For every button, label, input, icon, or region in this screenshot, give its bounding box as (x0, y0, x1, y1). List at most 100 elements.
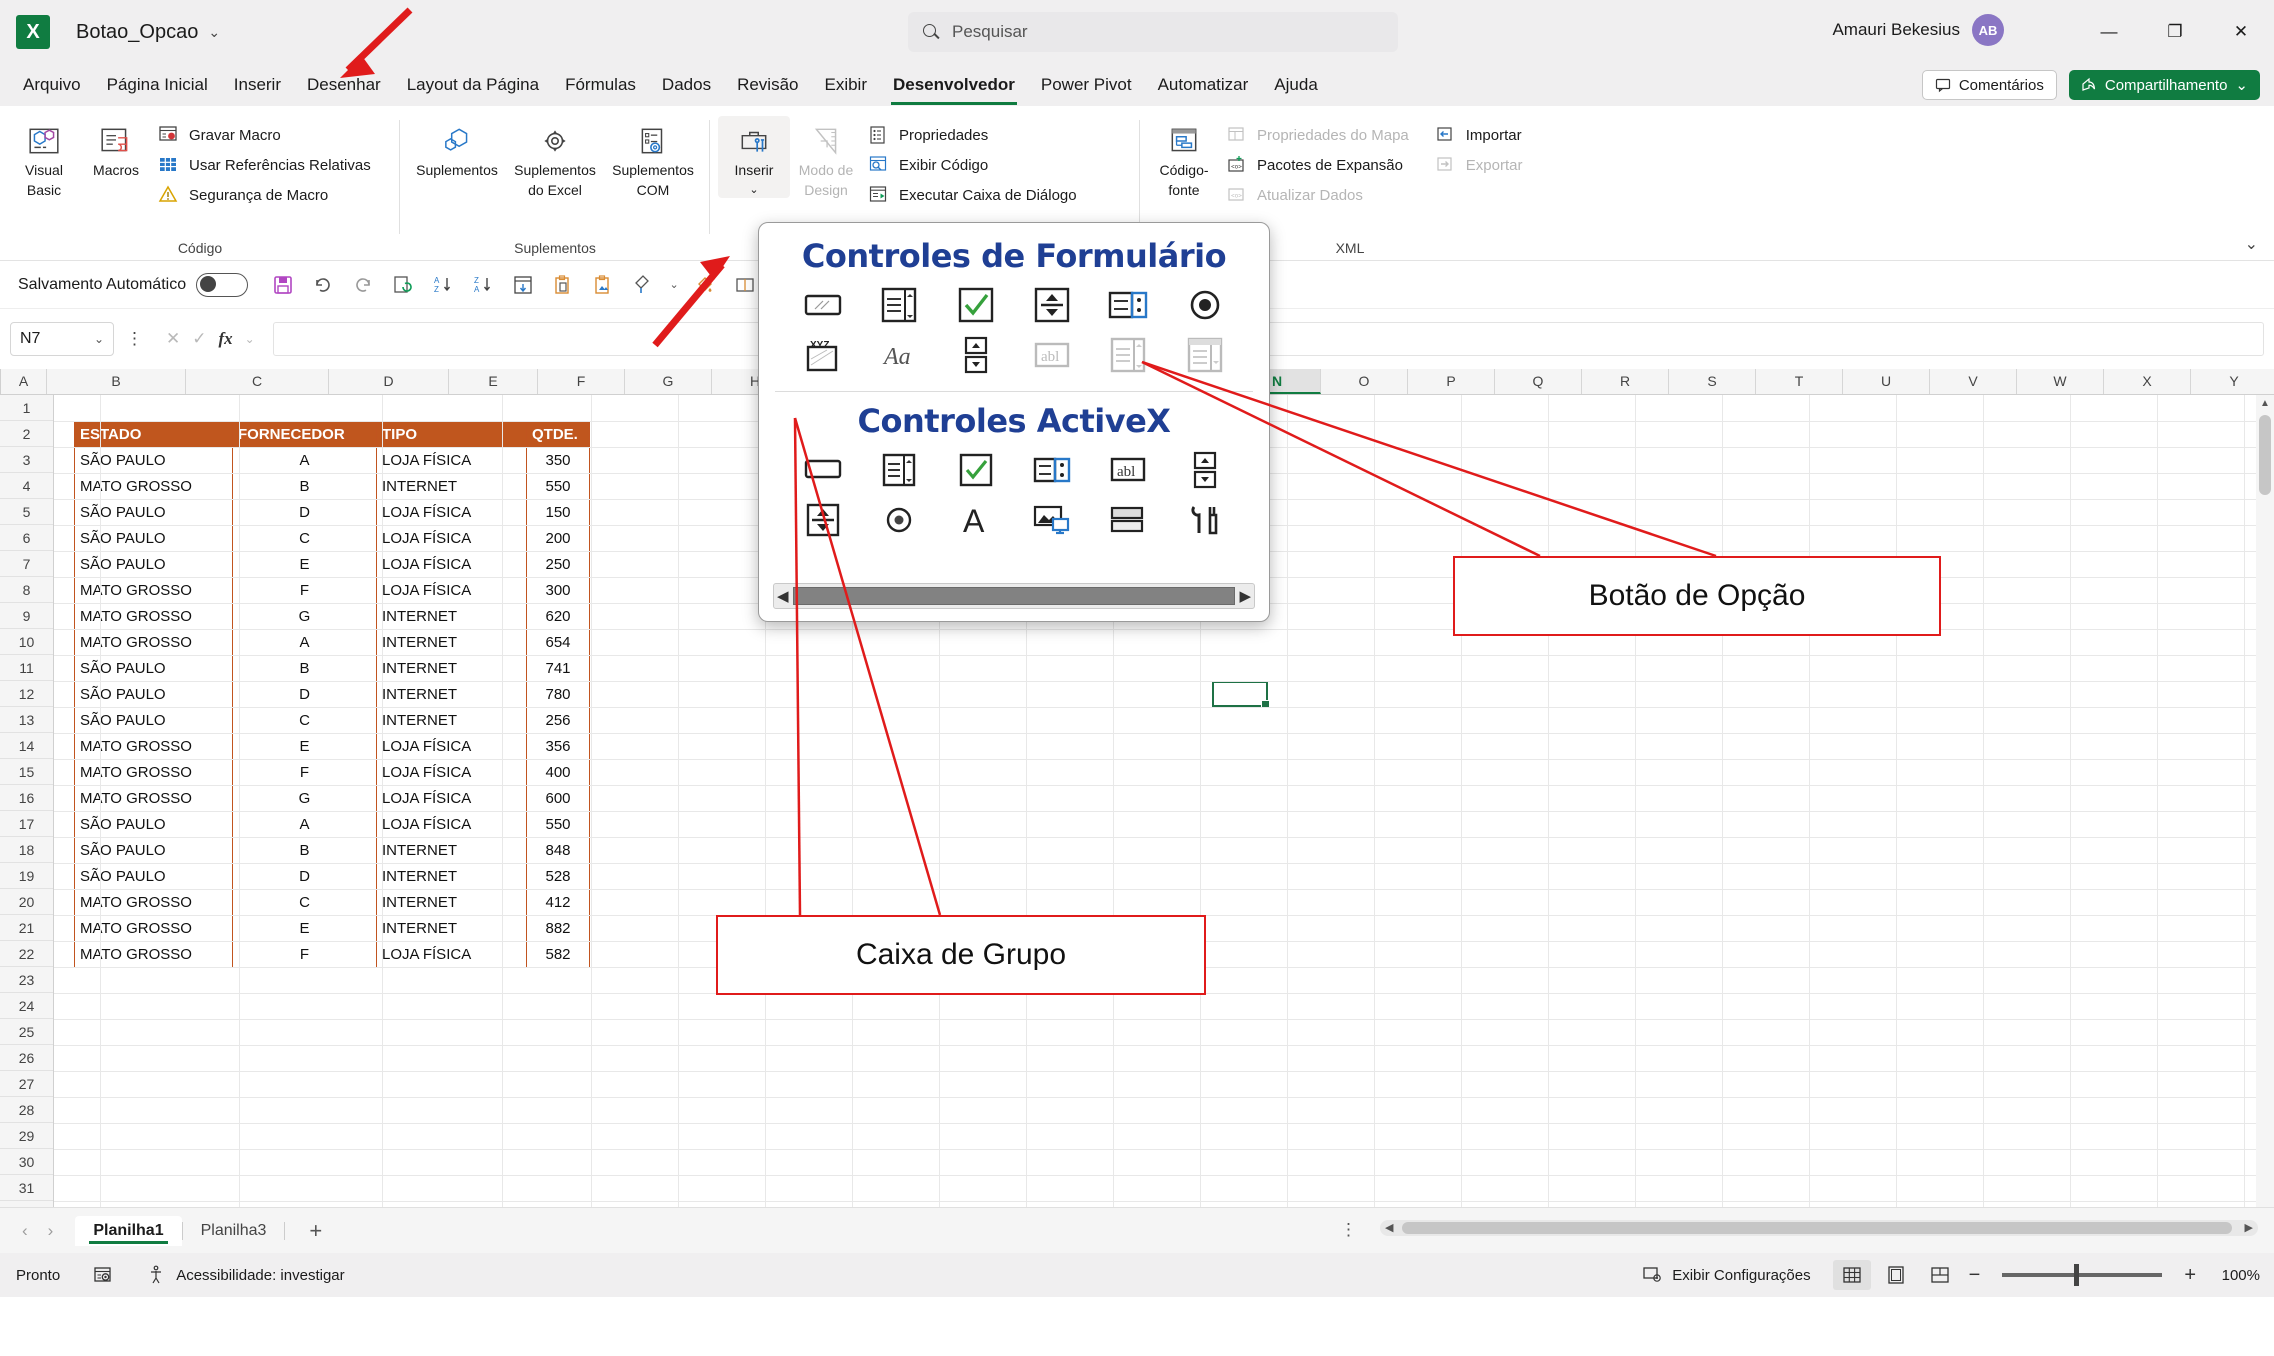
comments-button[interactable]: Comentários (1921, 70, 2057, 100)
column-header-W[interactable]: W (2017, 369, 2104, 394)
refresh-all-icon[interactable] (386, 268, 420, 302)
table-cell[interactable]: D (232, 863, 377, 890)
table-cell[interactable]: 620 (526, 603, 590, 630)
name-box[interactable]: N7 ⌄ (10, 322, 114, 356)
list-box-activex-icon[interactable] (1027, 448, 1077, 492)
vertical-scrollbar[interactable]: ▲ (2256, 395, 2274, 1207)
format-painter-icon[interactable] (626, 268, 660, 302)
page-layout-view-button[interactable] (1877, 1260, 1915, 1290)
column-header-U[interactable]: U (1843, 369, 1930, 394)
table-cell[interactable]: INTERNET (376, 707, 527, 734)
sort-asc-icon[interactable]: AZ (426, 268, 460, 302)
spin-button-activex-icon[interactable] (1180, 448, 1230, 492)
text-box-activex-icon[interactable]: abl (1103, 448, 1153, 492)
table-cell[interactable]: E (232, 915, 377, 942)
zoom-level-label[interactable]: 100% (2206, 1267, 2260, 1284)
executar-caixa-de-dialogo-button[interactable]: Executar Caixa de Diálogo (862, 182, 1083, 208)
column-header-R[interactable]: R (1582, 369, 1669, 394)
table-cell[interactable]: F (232, 941, 377, 968)
horizontal-scroll-thumb[interactable] (1402, 1222, 2232, 1234)
table-cell[interactable]: MATO GROSSO (74, 941, 233, 968)
table-row[interactable]: SÃO PAULO D INTERNET 528 (74, 863, 590, 890)
row-header-25[interactable]: 25 (0, 1019, 53, 1045)
table-cell[interactable]: 848 (526, 837, 590, 864)
table-cell[interactable]: 550 (526, 811, 590, 838)
close-button[interactable]: ✕ (2208, 0, 2274, 64)
table-cell[interactable]: B (232, 655, 377, 682)
row-header-15[interactable]: 15 (0, 759, 53, 785)
table-cell[interactable]: SÃO PAULO (74, 863, 233, 890)
row-header-26[interactable]: 26 (0, 1045, 53, 1071)
table-cell[interactable]: SÃO PAULO (74, 837, 233, 864)
row-header-16[interactable]: 16 (0, 785, 53, 811)
tab-revisao[interactable]: Revisão (724, 71, 811, 99)
column-header-X[interactable]: X (2104, 369, 2191, 394)
label-activex-icon[interactable]: A (951, 498, 1001, 542)
scroll-bar-activex-icon[interactable] (798, 498, 848, 542)
table-cell[interactable]: MATO GROSSO (74, 733, 233, 760)
table-row[interactable]: MATO GROSSO E LOJA FÍSICA 356 (74, 733, 590, 760)
table-cell[interactable]: A (232, 447, 377, 474)
suplementos-button[interactable]: Suplementos (408, 116, 506, 178)
row-header-28[interactable]: 28 (0, 1097, 53, 1123)
row-header-12[interactable]: 12 (0, 681, 53, 707)
row-header-1[interactable]: 1 (0, 395, 53, 421)
table-cell[interactable]: INTERNET (376, 889, 527, 916)
selected-cell-N7[interactable] (1212, 681, 1270, 709)
table-cell[interactable]: INTERNET (376, 915, 527, 942)
share-button[interactable]: Compartilhamento ⌄ (2068, 70, 2260, 100)
select-all-button[interactable] (0, 369, 1, 394)
fill-color-icon[interactable] (688, 268, 722, 302)
row-header-23[interactable]: 23 (0, 967, 53, 993)
redo-icon[interactable] (346, 268, 380, 302)
tab-automatizar[interactable]: Automatizar (1145, 71, 1262, 99)
column-header-D[interactable]: D (329, 369, 449, 394)
row-header-4[interactable]: 4 (0, 473, 53, 499)
row-header-30[interactable]: 30 (0, 1149, 53, 1175)
undo-icon[interactable] (306, 268, 340, 302)
sheet-tab-planilha3[interactable]: Planilha3 (183, 1216, 285, 1246)
table-cell[interactable]: SÃO PAULO (74, 655, 233, 682)
option-button-activex-icon[interactable] (874, 498, 924, 542)
table-cell[interactable]: D (232, 681, 377, 708)
table-cell[interactable]: INTERNET (376, 629, 527, 656)
tab-desenvolvedor[interactable]: Desenvolvedor (880, 71, 1028, 105)
table-cell[interactable]: A (232, 811, 377, 838)
table-cell[interactable]: 412 (526, 889, 590, 916)
data-table[interactable]: ESTADO FORNECEDOR TIPO QTDE. SÃO PAULO A L… (74, 421, 590, 968)
popup-horizontal-scrollbar[interactable]: ◀ ▶ (773, 583, 1255, 609)
table-row[interactable]: MATO GROSSO E INTERNET 882 (74, 915, 590, 942)
column-header-F[interactable]: F (538, 369, 625, 394)
table-cell[interactable]: LOJA FÍSICA (376, 811, 527, 838)
prev-sheet-button[interactable]: ‹ (22, 1221, 28, 1241)
chevron-down-icon[interactable]: ⌄ (94, 332, 104, 346)
column-header-G[interactable]: G (625, 369, 712, 394)
importar-button[interactable]: Importar (1429, 122, 1529, 148)
table-cell[interactable]: LOJA FÍSICA (376, 525, 527, 552)
table-cell[interactable]: MATO GROSSO (74, 603, 233, 630)
row-header-10[interactable]: 10 (0, 629, 53, 655)
chevron-down-icon[interactable]: ⌄ (666, 268, 682, 302)
table-cell[interactable]: LOJA FÍSICA (376, 447, 527, 474)
sort-desc-icon[interactable]: ZA (466, 268, 500, 302)
table-cell[interactable]: C (232, 889, 377, 916)
inserir-controls-button[interactable]: Inserir ⌄ (718, 116, 790, 198)
table-cell[interactable]: F (232, 577, 377, 604)
table-cell[interactable]: 150 (526, 499, 590, 526)
table-row[interactable]: MATO GROSSO B INTERNET 550 (74, 473, 590, 500)
table-cell[interactable]: LOJA FÍSICA (376, 551, 527, 578)
table-cell[interactable]: SÃO PAULO (74, 551, 233, 578)
row-header-2[interactable]: 2 (0, 421, 53, 447)
row-header-20[interactable]: 20 (0, 889, 53, 915)
tab-desenhar[interactable]: Desenhar (294, 71, 394, 99)
command-button-activex-icon[interactable] (798, 448, 848, 492)
chevron-down-icon[interactable]: ⌄ (2235, 76, 2248, 94)
atualizar-dados-button[interactable]: <o> Atualizar Dados (1220, 182, 1415, 208)
table-row[interactable]: MATO GROSSO G INTERNET 620 (74, 603, 590, 630)
chevron-down-icon[interactable]: ⌄ (208, 24, 220, 41)
row-header-5[interactable]: 5 (0, 499, 53, 525)
display-settings-button[interactable]: Exibir Configurações (1626, 1264, 1826, 1286)
popup-scroll-right-icon[interactable]: ▶ (1239, 587, 1251, 605)
tab-inserir[interactable]: Inserir (221, 71, 294, 99)
column-header-B[interactable]: B (47, 369, 186, 394)
